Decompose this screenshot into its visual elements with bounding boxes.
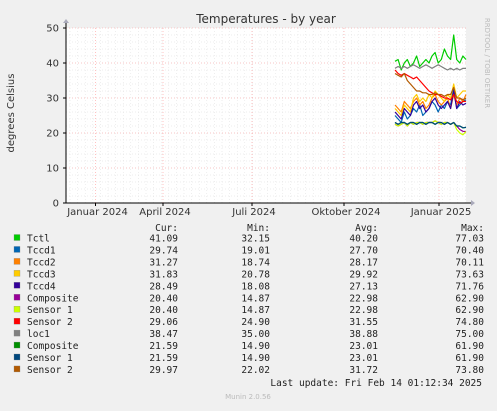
legend-value-cur: 21.59 <box>149 341 178 352</box>
chart-title: Temperatures - by year <box>195 12 336 26</box>
y-tick-label: 50 <box>46 24 59 35</box>
legend-series-name: loc1 <box>27 329 50 340</box>
legend-value-cur: 29.74 <box>149 245 178 256</box>
legend-value-avg: 29.92 <box>349 269 378 280</box>
y-axis-label: degrees Celsius <box>6 74 17 153</box>
legend-header-max: Max: <box>461 223 484 234</box>
legend-value-cur: 20.40 <box>149 293 178 304</box>
legend-value-avg: 31.55 <box>349 317 378 328</box>
y-tick-label: 10 <box>46 164 59 175</box>
x-axis-arrow <box>471 200 475 206</box>
legend-value-max: 74.80 <box>455 317 484 328</box>
legend-swatch <box>13 317 21 325</box>
munin-graph: Temperatures - by year degrees Celsius R… <box>0 0 497 407</box>
legend-value-avg: 27.70 <box>349 245 378 256</box>
legend-value-max: 77.03 <box>455 234 484 245</box>
legend-series-name: Sensor 1 <box>27 353 73 364</box>
legend-value-max: 70.40 <box>455 245 484 256</box>
x-tick-label: Oktober 2024 <box>312 207 381 218</box>
legend-value-avg: 28.17 <box>349 257 378 268</box>
legend-swatch <box>13 294 21 301</box>
rrdtool-side-label: RRDTOOL / TOBI OETIKER <box>483 18 491 108</box>
legend-value-max: 62.90 <box>455 293 484 304</box>
legend-value-max: 75.00 <box>455 329 484 340</box>
legend-value-max: 71.76 <box>455 281 484 292</box>
legend-value-min: 18.74 <box>241 257 270 268</box>
legend-value-cur: 21.59 <box>149 353 178 364</box>
legend-value-avg: 31.72 <box>349 365 378 376</box>
legend-value-min: 32.15 <box>241 234 270 245</box>
legend-swatch <box>13 306 21 313</box>
y-axis-arrow <box>63 19 69 23</box>
legend-value-max: 61.90 <box>455 341 484 352</box>
legend-value-min: 19.01 <box>241 245 270 256</box>
legend-series-name: Tccd3 <box>27 269 56 280</box>
legend-swatch <box>13 234 21 241</box>
x-tick-label: Januar 2024 <box>66 207 128 218</box>
x-tick-label: April 2024 <box>139 207 190 218</box>
legend-series-name: Tccd1 <box>27 245 56 256</box>
legend-swatch <box>13 258 21 265</box>
legend-swatch <box>13 365 21 373</box>
munin-version: Munin 2.0.56 <box>225 393 271 401</box>
legend-value-cur: 29.06 <box>149 317 178 328</box>
legend-value-max: 70.11 <box>455 257 484 268</box>
legend-value-cur: 29.97 <box>149 365 178 376</box>
legend-value-cur: 31.83 <box>149 269 178 280</box>
legend-series-name: Tccd2 <box>27 257 56 268</box>
last-update-text: Last update: Fri Feb 14 01:12:34 2025 <box>270 378 482 389</box>
legend-value-cur: 38.47 <box>149 329 178 340</box>
legend-value-avg: 23.01 <box>349 341 378 352</box>
legend-value-min: 14.90 <box>241 341 270 352</box>
legend-series-name: Sensor 1 <box>27 305 73 316</box>
legend-value-max: 61.90 <box>455 353 484 364</box>
legend-value-cur: 41.09 <box>149 234 178 245</box>
legend-value-avg: 22.98 <box>349 293 378 304</box>
legend-value-cur: 20.40 <box>149 305 178 316</box>
legend-swatch <box>13 246 21 253</box>
legend-swatch <box>13 341 21 349</box>
legend-value-min: 14.87 <box>241 293 270 304</box>
legend-value-avg: 27.13 <box>349 281 378 292</box>
y-tick-label: 40 <box>46 59 59 70</box>
legend-value-avg: 40.20 <box>349 234 378 245</box>
legend-value-cur: 28.49 <box>149 281 178 292</box>
legend-series-name: Composite <box>27 341 79 352</box>
x-tick-label: Januar 2025 <box>410 207 472 218</box>
y-tick-label: 20 <box>46 129 59 140</box>
y-tick-label: 30 <box>46 94 59 105</box>
legend-swatch <box>13 329 21 337</box>
legend-value-max: 73.80 <box>455 365 484 376</box>
legend-value-avg: 22.98 <box>349 305 378 316</box>
legend-value-max: 62.90 <box>455 305 484 316</box>
y-tick-label: 0 <box>53 199 59 210</box>
legend-series-name: Composite <box>27 293 79 304</box>
legend-value-min: 24.90 <box>241 317 270 328</box>
legend-series-name: Sensor 2 <box>27 365 73 376</box>
legend-swatch <box>13 353 21 361</box>
legend-swatch <box>13 282 21 289</box>
legend-header-avg: Avg: <box>355 223 378 234</box>
x-tick-label: Juli 2024 <box>231 207 275 218</box>
legend-header-min: Min: <box>247 223 270 234</box>
legend-value-min: 20.78 <box>241 269 270 280</box>
legend-value-min: 14.87 <box>241 305 270 316</box>
legend-header-cur: Cur: <box>155 223 178 234</box>
legend-series-name: Tctl <box>27 234 50 245</box>
legend-value-min: 14.90 <box>241 353 270 364</box>
legend-value-max: 73.63 <box>455 269 484 280</box>
legend-value-avg: 23.01 <box>349 353 378 364</box>
legend-value-cur: 31.27 <box>149 257 178 268</box>
legend-value-min: 22.02 <box>241 365 270 376</box>
temperature-chart: Temperatures - by year degrees Celsius R… <box>6 12 491 401</box>
legend-value-min: 18.08 <box>241 281 270 292</box>
legend-value-min: 35.00 <box>241 329 270 340</box>
legend-series-name: Tccd4 <box>27 281 56 292</box>
legend-swatch <box>13 270 21 277</box>
legend-value-avg: 38.88 <box>349 329 378 340</box>
legend-series-name: Sensor 2 <box>27 317 73 328</box>
